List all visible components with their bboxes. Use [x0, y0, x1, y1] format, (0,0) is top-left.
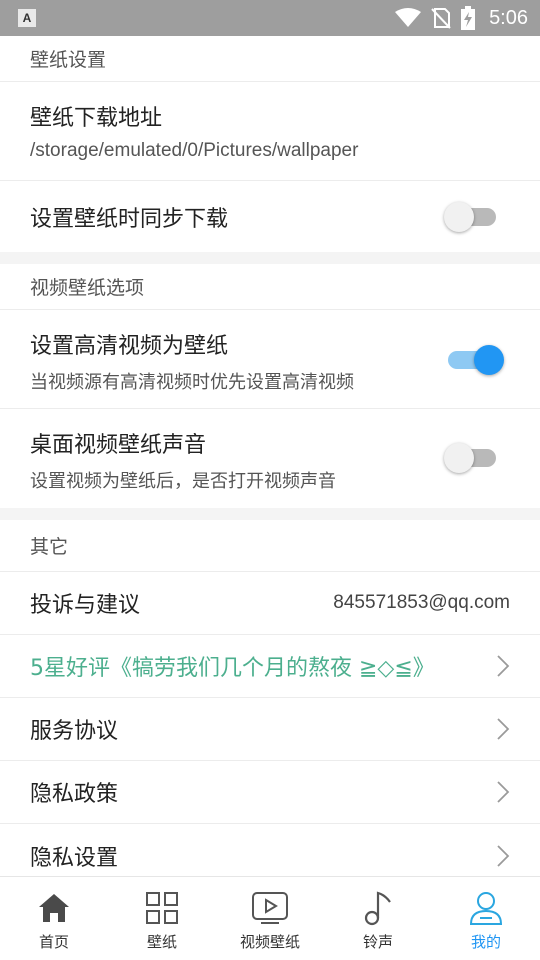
hd-video-toggle[interactable] — [448, 345, 504, 375]
nav-mine[interactable]: 我的 — [432, 877, 540, 960]
no-sim-icon — [431, 8, 451, 29]
video-sound-row[interactable]: 桌面视频壁纸声音 设置视频为壁纸后，是否打开视频声音 — [0, 409, 540, 508]
wallpaper-settings-section: 壁纸设置 壁纸下载地址 /storage/emulated/0/Pictures… — [0, 36, 540, 252]
settings-scroll[interactable]: 壁纸设置 壁纸下载地址 /storage/emulated/0/Pictures… — [0, 36, 540, 876]
nav-wallpaper[interactable]: 壁纸 — [108, 877, 216, 960]
section-title-other: 其它 — [0, 520, 540, 572]
section-title-video: 视频壁纸选项 — [0, 264, 540, 310]
feedback-email[interactable]: 845571853@qq.com — [333, 592, 510, 614]
sync-download-row[interactable]: 设置壁纸时同步下载 — [0, 181, 540, 252]
grid-icon — [146, 892, 178, 924]
service-agreement-title: 服务协议 — [30, 719, 119, 744]
nav-video-wallpaper[interactable]: 视频壁纸 — [216, 877, 324, 960]
video-icon — [252, 892, 288, 924]
nav-label: 壁纸 — [146, 933, 177, 951]
nav-label: 铃声 — [362, 933, 393, 951]
sync-download-title: 设置壁纸时同步下载 — [30, 206, 229, 232]
clock: 5:06 — [489, 6, 528, 29]
other-section: 其它 投诉与建议 845571853@qq.com 5星好评《犒劳我们几个月的熬… — [0, 520, 540, 876]
nav-label: 我的 — [470, 933, 501, 951]
download-path-value: /storage/emulated/0/Pictures/wallpaper — [30, 140, 359, 161]
bottom-nav: 首页 壁纸 视频壁纸 铃声 我的 — [0, 876, 540, 960]
privacy-policy-row[interactable]: 隐私政策 — [0, 761, 540, 824]
nav-home[interactable]: 首页 — [0, 877, 108, 960]
sync-download-toggle[interactable] — [444, 202, 496, 232]
chevron-right-icon — [497, 655, 510, 677]
video-sound-toggle[interactable] — [444, 443, 496, 473]
privacy-settings-row[interactable]: 隐私设置 — [0, 824, 540, 876]
person-icon — [469, 892, 503, 925]
wifi-icon — [395, 8, 422, 27]
download-path-title: 壁纸下载地址 — [30, 106, 163, 131]
download-path-row[interactable]: 壁纸下载地址 /storage/emulated/0/Pictures/wall… — [0, 82, 540, 181]
nav-label: 首页 — [38, 933, 69, 951]
nav-label: 视频壁纸 — [239, 933, 300, 951]
status-bar: A 5:06 — [0, 0, 540, 36]
home-icon — [39, 894, 69, 922]
battery-charging-icon — [461, 6, 476, 30]
app-notification-icon: A — [18, 9, 36, 27]
rate-app-row[interactable]: 5星好评《犒劳我们几个月的熬夜 ≧◇≦》 — [0, 635, 540, 698]
privacy-policy-title: 隐私政策 — [30, 782, 119, 807]
section-divider — [0, 508, 540, 520]
service-agreement-row[interactable]: 服务协议 — [0, 698, 540, 761]
status-icons: 5:06 — [395, 0, 528, 36]
privacy-settings-title: 隐私设置 — [30, 845, 119, 871]
hd-video-description: 当视频源有高清视频时优先设置高清视频 — [30, 372, 354, 393]
video-options-section: 视频壁纸选项 设置高清视频为壁纸 当视频源有高清视频时优先设置高清视频 桌面视频… — [0, 264, 540, 508]
chevron-right-icon — [497, 718, 510, 740]
chevron-right-icon — [497, 844, 510, 867]
feedback-row[interactable]: 投诉与建议 845571853@qq.com — [0, 572, 540, 635]
chevron-right-icon — [497, 781, 510, 803]
section-divider — [0, 252, 540, 264]
rate-app-title: 5星好评《犒劳我们几个月的熬夜 ≧◇≦》 — [30, 656, 435, 681]
feedback-title: 投诉与建议 — [30, 593, 141, 618]
hd-video-row[interactable]: 设置高清视频为壁纸 当视频源有高清视频时优先设置高清视频 — [0, 310, 540, 409]
nav-ringtone[interactable]: 铃声 — [324, 877, 432, 960]
music-note-icon — [364, 891, 391, 926]
section-title-wallpaper: 壁纸设置 — [0, 36, 540, 82]
